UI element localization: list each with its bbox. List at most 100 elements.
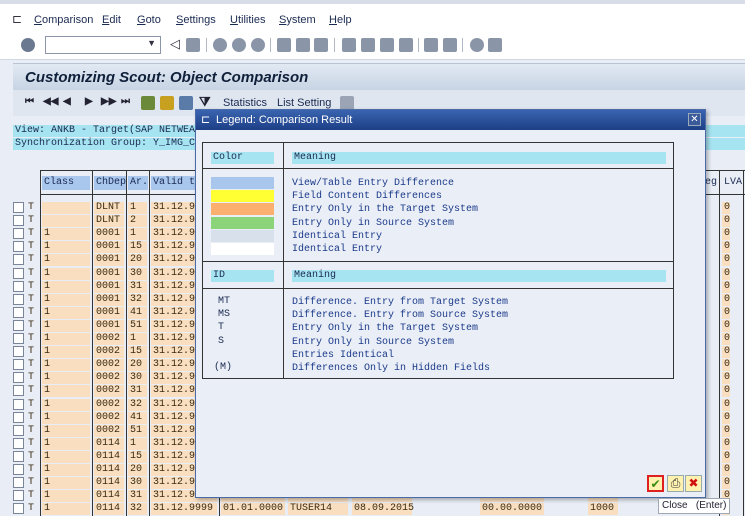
row-checkbox[interactable] (13, 333, 24, 344)
row-checkbox[interactable] (13, 228, 24, 240)
row-id: T (28, 490, 35, 502)
row-checkbox[interactable] (13, 254, 24, 266)
color-swatch (211, 203, 274, 216)
previous-page-icon[interactable] (361, 38, 375, 52)
row-checkbox[interactable] (13, 215, 24, 227)
find-icon[interactable] (296, 38, 310, 52)
cell-class: 1 (42, 267, 90, 280)
cell-ar: 20 (128, 359, 147, 372)
row-id: T (28, 293, 35, 305)
cell-chdep: 0002 (94, 424, 124, 437)
confirm-button[interactable]: ✔ (647, 475, 664, 492)
cell-class: 1 (42, 306, 90, 319)
column-divider (149, 170, 150, 516)
column-header-lva[interactable]: LVA (722, 176, 742, 190)
row-checkbox[interactable] (13, 464, 24, 475)
cancel-icon[interactable] (251, 38, 265, 52)
previous-page-icon[interactable]: ◀◀ (43, 96, 58, 107)
layout-icon[interactable] (340, 96, 354, 110)
help-icon[interactable] (470, 38, 484, 52)
chevron-down-icon[interactable]: ▼ (147, 38, 156, 48)
row-checkbox[interactable] (13, 202, 24, 213)
column-header-class[interactable]: Class (42, 176, 90, 190)
menu-system[interactable]: System (279, 14, 316, 26)
cell-lva: 0 (722, 437, 731, 450)
next-page-icon[interactable]: ▶▶ (101, 96, 116, 107)
cell-lva: 0 (722, 254, 731, 267)
legend-meaning: Identical Entry (292, 244, 383, 255)
first-icon[interactable]: ⏮ (25, 96, 34, 107)
dialog-title: Legend: Comparison Result (216, 114, 353, 126)
cell-chdep: 0002 (94, 346, 124, 359)
first-page-icon[interactable] (342, 38, 356, 52)
last-page-icon[interactable] (399, 38, 413, 52)
row-checkbox[interactable] (13, 424, 24, 436)
next-page-icon[interactable] (380, 38, 394, 52)
row-checkbox[interactable] (13, 359, 24, 371)
previous-icon[interactable]: ◀ (63, 96, 71, 107)
row-checkbox[interactable] (13, 398, 24, 410)
row-checkbox[interactable] (13, 280, 24, 292)
separator (206, 38, 207, 52)
cell-class: 1 (42, 333, 90, 345)
cell-ar: 15 (128, 346, 147, 359)
print-list-icon[interactable] (141, 96, 155, 110)
save-icon[interactable] (186, 38, 200, 52)
cell-chdep: 0001 (94, 267, 124, 280)
cancel-button[interactable]: ✖ (685, 475, 702, 492)
row-id: T (28, 319, 35, 331)
system-menu-icon[interactable]: ⊏ (12, 12, 22, 26)
column-header-ar[interactable]: Ar. (128, 176, 148, 190)
cell-user: TUSER14 (288, 503, 348, 516)
command-field[interactable]: ▼ (45, 36, 161, 54)
row-checkbox[interactable] (13, 346, 24, 358)
back-arrow-icon[interactable]: ◁ (170, 36, 180, 52)
enter-icon[interactable] (21, 38, 35, 52)
column-header-chdep[interactable]: ChDep (94, 176, 126, 190)
print-button[interactable]: ⎙ (667, 475, 684, 492)
create-session-icon[interactable] (424, 38, 438, 52)
row-checkbox[interactable] (13, 372, 24, 384)
legend-id: MS (218, 309, 231, 321)
print-icon[interactable] (277, 38, 291, 52)
cell-lva: 0 (722, 450, 731, 463)
next-icon[interactable]: ▶ (85, 96, 93, 107)
shortcut-icon[interactable] (443, 38, 457, 52)
row-checkbox[interactable] (13, 503, 24, 515)
row-checkbox[interactable] (13, 385, 24, 397)
close-icon[interactable]: ✕ (688, 113, 701, 126)
menu-bar: ⊏ Comparison Edit Goto Settings Utilitie… (0, 0, 745, 30)
row-checkbox[interactable] (13, 306, 24, 318)
list-setting-button[interactable]: List Setting (277, 97, 331, 109)
row-checkbox[interactable] (13, 411, 24, 423)
separator (462, 38, 463, 52)
row-checkbox[interactable] (13, 241, 24, 253)
menu-comparison[interactable]: Comparison (34, 14, 93, 26)
exit-icon[interactable] (232, 38, 246, 52)
row-id: T (28, 450, 35, 462)
row-checkbox[interactable] (13, 319, 24, 331)
row-checkbox[interactable] (13, 437, 24, 449)
menu-edit[interactable]: Edit (102, 14, 121, 26)
menu-goto[interactable]: Goto (137, 14, 161, 26)
filter-set-icon[interactable] (160, 96, 174, 110)
menu-help[interactable]: Help (329, 14, 352, 26)
cell-class (42, 215, 90, 228)
menu-utilities[interactable]: Utilities (230, 14, 265, 26)
row-checkbox[interactable] (13, 450, 24, 462)
cell-ar: 31 (128, 280, 147, 293)
layout-menu-icon[interactable] (488, 38, 502, 52)
row-checkbox[interactable] (13, 293, 24, 305)
row-checkbox[interactable] (13, 490, 24, 502)
filter-icon[interactable]: ⧩ (199, 94, 211, 110)
details-icon[interactable] (179, 96, 193, 110)
menu-settings[interactable]: Settings (176, 14, 216, 26)
cell-lva: 0 (722, 424, 731, 437)
statistics-button[interactable]: Statistics (223, 97, 267, 109)
legend-id: MT (218, 296, 231, 307)
back-icon[interactable] (213, 38, 227, 52)
row-checkbox[interactable] (13, 477, 24, 489)
find-next-icon[interactable] (314, 38, 328, 52)
last-icon[interactable]: ⏭ (121, 96, 130, 107)
row-checkbox[interactable] (13, 267, 24, 279)
